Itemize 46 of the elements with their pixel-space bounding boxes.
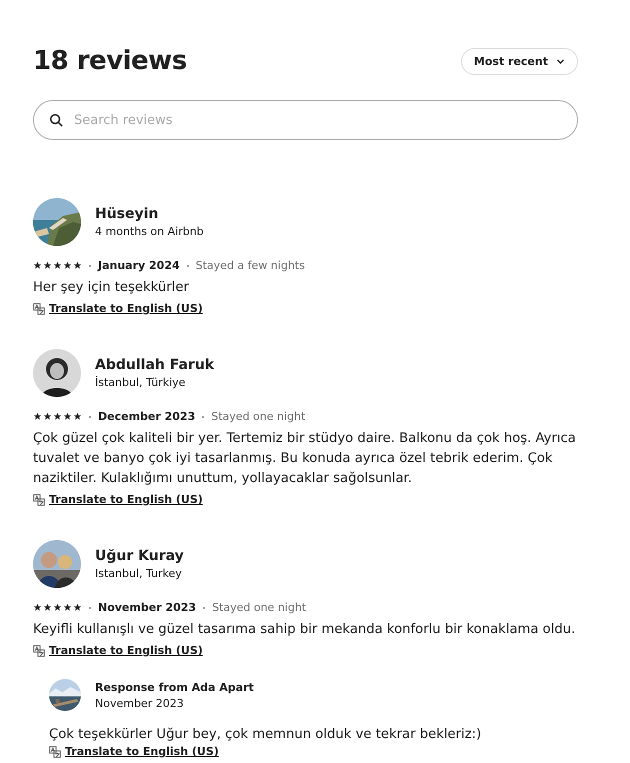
star-icon: [73, 603, 82, 612]
star-icon: [63, 603, 72, 612]
reviewer-subtitle: İstanbul, Türkiye: [95, 376, 186, 389]
reviews-heading: 18 reviews: [33, 46, 187, 76]
star-icon: [53, 412, 62, 421]
chevron-down-icon: [556, 56, 565, 66]
reviewer-name: Hüseyin: [95, 206, 160, 222]
stay-length: Stayed a few nights: [196, 259, 305, 272]
search-field[interactable]: Search reviews: [33, 100, 578, 140]
reviewer-name: Abdullah Faruk: [95, 357, 214, 373]
stay-length: Stayed one night: [211, 410, 306, 423]
review-text: Her şey için teşekkürler: [33, 279, 190, 297]
review-text: Keyifli kullanışlı ve güzel tasarıma sahip bir mekanda konforlu bir konaklama oldu.: [33, 621, 576, 639]
translate-link[interactable]: Translate to English (US): [49, 644, 203, 657]
star-icon: [43, 412, 52, 421]
star-icon: [63, 261, 72, 270]
star-icon: [53, 261, 62, 270]
reviewer-subtitle: Istanbul, Turkey: [95, 567, 183, 580]
response-text: Çok teşekkürler Uğur bey, çok memnun olduk ve tekrar bekleriz:): [49, 726, 482, 744]
response-title: Response from Ada Apart: [95, 680, 254, 694]
translate-icon: [33, 494, 45, 506]
translate-icon: [33, 644, 45, 656]
star-icon: [33, 412, 42, 421]
stay-length: Stayed one night: [212, 601, 306, 614]
star-icon: [43, 603, 52, 612]
star-icon: [63, 412, 72, 421]
review-date: November 2023: [98, 601, 196, 614]
star-icon: [33, 261, 42, 270]
reviewer-subtitle: 4 months on Airbnb: [95, 225, 204, 238]
sort-button[interactable]: Most recent: [460, 48, 578, 74]
star-icon: [53, 603, 62, 612]
reviewer-name: Uğur Kuray: [95, 548, 184, 564]
star-icon: [73, 261, 82, 270]
review-date: December 2023: [98, 410, 196, 423]
translate-icon: [33, 302, 45, 314]
translate-link[interactable]: Translate to English (US): [49, 493, 203, 506]
search-icon: [49, 113, 63, 127]
star-icon: [73, 412, 82, 421]
translate-link[interactable]: Translate to English (US): [49, 302, 203, 315]
translate-link[interactable]: Translate to English (US): [65, 745, 219, 758]
translate-icon: [49, 746, 61, 758]
star-icon: [33, 603, 42, 612]
response-date: November 2023: [95, 696, 185, 710]
star-icon: [43, 261, 52, 270]
review-text: Çok güzel çok kaliteli bir yer. Tertemiz bir stüdyo daire. Balkonu da çok hoş. Ayrıca tuvalet ve banyo çok iyi tasarlanmış. Bu konuda ayrıca özel tebrik ederim. Çok naziktiler. Kulaklığımı unuttum, yollayacaklar sağolsunlar.: [33, 430, 577, 488]
review-date: January 2024: [98, 259, 180, 272]
